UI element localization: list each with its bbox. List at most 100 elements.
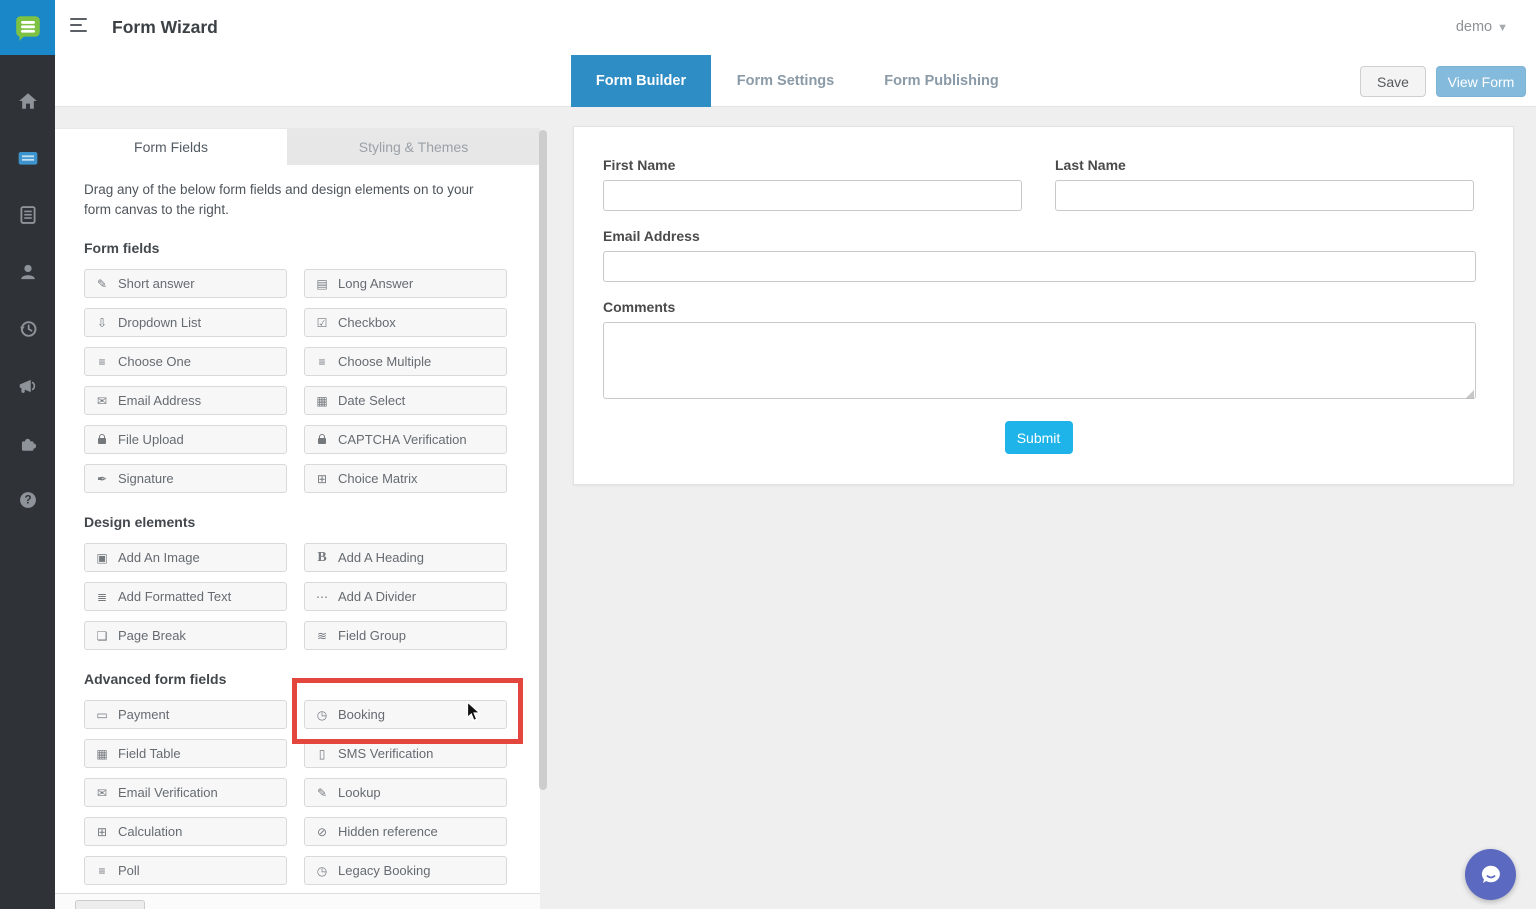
comments-label: Comments <box>603 299 1476 315</box>
section-heading-advanced-form-fields: Advanced form fields <box>84 671 540 687</box>
emailmeform-logo-icon <box>13 13 43 43</box>
field-button-legacy-booking[interactable]: ◷Legacy Booking <box>304 856 507 885</box>
form-fields-panel: Form FieldsStyling & Themes Drag any of … <box>55 128 540 909</box>
field-button-file-upload[interactable]: File Upload <box>84 425 287 454</box>
mobile-icon: ▯ <box>315 747 329 761</box>
field-button-add-a-heading[interactable]: BAdd A Heading <box>304 543 507 572</box>
app-logo[interactable] <box>0 0 55 55</box>
field-button-label: File Upload <box>118 432 184 447</box>
first-name-input[interactable] <box>603 180 1022 211</box>
document-icon <box>17 204 39 231</box>
panel-tab-form-fields[interactable]: Form Fields <box>55 129 287 165</box>
field-button-label: SMS Verification <box>338 746 433 761</box>
chevron-down-icon: ▼ <box>1497 22 1508 34</box>
field-button-page-break[interactable]: ❏Page Break <box>84 621 287 650</box>
field-button-payment[interactable]: ▭Payment <box>84 700 287 729</box>
pencil-square-icon: ✎ <box>95 277 109 291</box>
field-button-email-verification[interactable]: ✉Email Verification <box>84 778 287 807</box>
last-name-field: Last Name <box>1055 157 1474 211</box>
submit-button[interactable]: Submit <box>1005 421 1073 454</box>
save-button[interactable]: Save <box>1360 66 1426 97</box>
align-left-icon: ≣ <box>95 590 109 604</box>
field-button-add-formatted-text[interactable]: ≣ Add Formatted Text <box>84 582 287 611</box>
field-button-lookup[interactable]: ✎Lookup <box>304 778 507 807</box>
sidebar-nav: ? <box>0 55 55 531</box>
field-button-choose-multiple[interactable]: ≡Choose Multiple <box>304 347 507 376</box>
sidebar-item-announcements[interactable] <box>0 360 55 417</box>
field-button-poll[interactable]: ≡Poll <box>84 856 287 885</box>
eye-slash-icon: ⊘ <box>315 825 329 839</box>
panel-tab-styling-themes[interactable]: Styling & Themes <box>287 129 540 165</box>
envelope-icon: ✉ <box>95 394 109 408</box>
field-button-long-answer[interactable]: ▤Long Answer <box>304 269 507 298</box>
pen-icon: ✒ <box>95 472 109 486</box>
field-button-short-answer[interactable]: ✎Short answer <box>84 269 287 298</box>
section-heading-form-fields: Form fields <box>84 240 540 256</box>
email-address-field: Email Address <box>603 228 1476 282</box>
field-button-signature[interactable]: ✒Signature <box>84 464 287 493</box>
panel-body: Drag any of the below form fields and de… <box>55 180 540 885</box>
first-name-label: First Name <box>603 157 1022 173</box>
view-form-button[interactable]: View Form <box>1436 66 1526 97</box>
last-name-input[interactable] <box>1055 180 1474 211</box>
list-icon: ≡ <box>95 355 109 369</box>
user-menu-label: demo <box>1456 19 1492 35</box>
field-button-booking[interactable]: ◷Booking <box>304 700 507 729</box>
table-icon: ▦ <box>95 747 109 761</box>
field-button-choice-matrix[interactable]: ⊞Choice Matrix <box>304 464 507 493</box>
list-icon: ≡ <box>95 864 109 878</box>
field-button-sms-verification[interactable]: ▯ SMS Verification <box>304 739 507 768</box>
field-button-label: Choose One <box>118 354 191 369</box>
field-button-checkbox[interactable]: ☑Checkbox <box>304 308 507 337</box>
field-button-label: CAPTCHA Verification <box>338 432 467 447</box>
sidebar-item-addons[interactable] <box>0 417 55 474</box>
email-address-input[interactable] <box>603 251 1476 282</box>
lock-icon <box>315 433 329 447</box>
field-button-label: Hidden reference <box>338 824 438 839</box>
panel-tabs: Form FieldsStyling & Themes <box>55 128 540 165</box>
field-button-label: Add A Divider <box>338 589 416 604</box>
image-icon: ▣ <box>95 551 109 565</box>
field-button-add-an-image[interactable]: ▣ Add An Image <box>84 543 287 572</box>
field-button-label: Page Break <box>118 628 186 643</box>
field-button-label: Field Group <box>338 628 406 643</box>
partial-button[interactable] <box>75 900 145 909</box>
dropdown-icon: ⇩ <box>95 316 109 330</box>
chat-widget-button[interactable] <box>1465 849 1516 900</box>
field-button-label: Add An Image <box>118 550 200 565</box>
sidebar-item-reports[interactable] <box>0 189 55 246</box>
field-button-label: Email Verification <box>118 785 218 800</box>
grid-icon: ⊞ <box>315 472 329 486</box>
tab-form-settings[interactable]: Form Settings <box>711 55 860 107</box>
field-button-label: Legacy Booking <box>338 863 431 878</box>
field-button-add-a-divider[interactable]: ⋯Add A Divider <box>304 582 507 611</box>
drag-instruction-text: Drag any of the below form fields and de… <box>84 180 496 219</box>
field-button-label: Add Formatted Text <box>118 589 231 604</box>
menu-toggle-icon[interactable] <box>70 18 90 36</box>
field-button-label: Payment <box>118 707 169 722</box>
field-button-date-select[interactable]: ▦Date Select <box>304 386 507 415</box>
comments-field: Comments <box>603 299 1476 404</box>
sidebar-item-users[interactable] <box>0 246 55 303</box>
user-menu-dropdown[interactable]: demo ▼ <box>1456 19 1508 35</box>
field-button-hidden-reference[interactable]: ⊘ Hidden reference <box>304 817 507 846</box>
field-button-field-table[interactable]: ▦Field Table <box>84 739 287 768</box>
tab-form-publishing[interactable]: Form Publishing <box>860 55 1023 107</box>
sidebar-item-help[interactable]: ? <box>0 474 55 531</box>
field-button-field-group[interactable]: ≋Field Group <box>304 621 507 650</box>
resize-grip-icon[interactable] <box>1465 390 1474 399</box>
field-button-captcha-verification[interactable]: CAPTCHA Verification <box>304 425 507 454</box>
page-title: Form Wizard <box>112 17 218 38</box>
field-button-label: Add A Heading <box>338 550 424 565</box>
comments-textarea[interactable] <box>603 322 1476 399</box>
sidebar-item-history[interactable] <box>0 303 55 360</box>
sidebar-item-forms[interactable] <box>0 132 55 189</box>
field-button-dropdown-list[interactable]: ⇩Dropdown List <box>84 308 287 337</box>
sidebar-item-home[interactable] <box>0 75 55 132</box>
tab-form-builder[interactable]: Form Builder <box>571 55 711 107</box>
field-button-calculation[interactable]: ⊞Calculation <box>84 817 287 846</box>
panel-scrollbar[interactable] <box>539 130 547 790</box>
field-button-choose-one[interactable]: ≡ Choose One <box>84 347 287 376</box>
email-address-label: Email Address <box>603 228 1476 244</box>
field-button-email-address[interactable]: ✉Email Address <box>84 386 287 415</box>
